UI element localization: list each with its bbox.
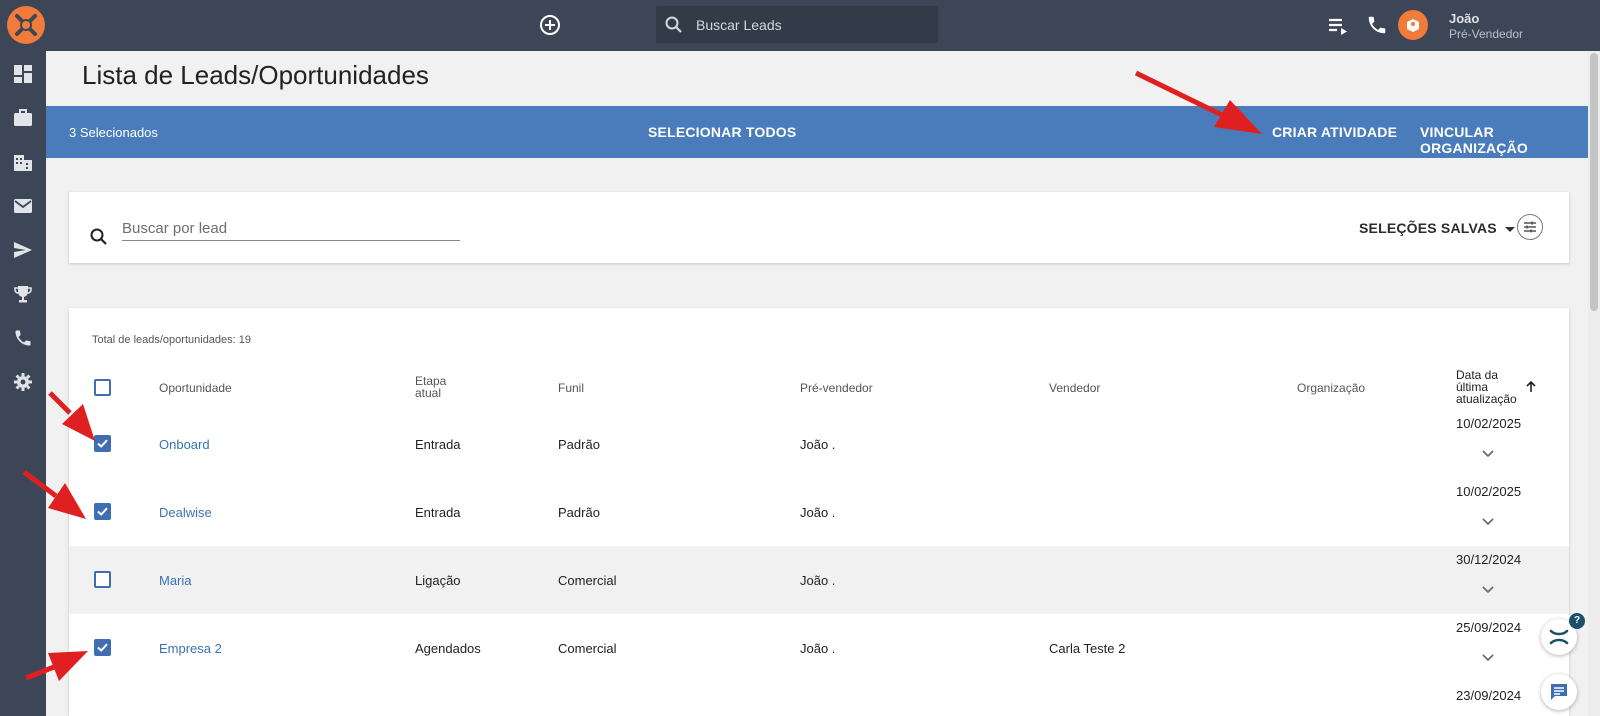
tune-icon	[1524, 221, 1536, 233]
cell-last-update: 10/02/2025	[1456, 484, 1522, 499]
check-icon	[97, 507, 108, 516]
scrollbar-thumb[interactable]	[1590, 53, 1598, 311]
saved-selections-label: SELEÇÕES SALVAS	[1359, 220, 1497, 236]
header-opportunity[interactable]: Oportunidade	[159, 382, 232, 394]
saved-selections-dropdown[interactable]: SELEÇÕES SALVAS	[1359, 220, 1515, 236]
row-checkbox[interactable]	[94, 435, 111, 452]
header-stage[interactable]: Etapa atual	[415, 375, 446, 399]
cell-last-update: 30/12/2024	[1456, 552, 1522, 567]
expand-chevron-icon[interactable]	[1479, 444, 1497, 462]
select-all-button[interactable]: SELECIONAR TODOS	[648, 124, 796, 140]
cell-opportunity[interactable]: Dealwise	[159, 505, 212, 520]
chat-button[interactable]	[1541, 674, 1577, 710]
header-organization[interactable]: Organização	[1297, 382, 1365, 394]
leads-table: Total de leads/oportunidades: 19 Oportun…	[69, 308, 1569, 716]
building-icon[interactable]	[13, 152, 33, 172]
user-name[interactable]: João	[1449, 11, 1479, 26]
cell-funnel: Padrão	[558, 437, 600, 452]
check-icon	[97, 643, 108, 652]
cell-presales: João .	[800, 505, 836, 520]
user-avatar[interactable]	[1398, 10, 1428, 40]
side-nav	[0, 51, 46, 716]
header-presales[interactable]: Pré-vendedor	[800, 382, 873, 394]
filter-settings-button[interactable]	[1517, 214, 1543, 240]
chat-icon	[1551, 684, 1567, 700]
select-all-checkbox[interactable]	[94, 379, 111, 396]
gear-icon[interactable]	[13, 372, 33, 392]
cell-opportunity[interactable]: Onboard	[159, 437, 210, 452]
user-role: Pré-Vendedor	[1449, 27, 1524, 41]
sort-ascending-icon[interactable]	[1524, 380, 1538, 394]
help-badge: ?	[1569, 613, 1585, 629]
phone-icon[interactable]	[1366, 14, 1388, 36]
cell-seller: Carla Teste 2	[1049, 641, 1126, 656]
cell-last-update: 25/09/2024	[1456, 620, 1522, 635]
help-widget-button[interactable]: ?	[1541, 613, 1585, 655]
cell-stage: Entrada	[415, 505, 461, 520]
add-circle-icon[interactable]	[539, 14, 561, 36]
selected-count: 3 Selecionados	[69, 125, 158, 140]
table-row[interactable]: Maria Ligação Comercial João . 30/12/2024	[69, 546, 1569, 614]
cell-opportunity[interactable]: Maria	[159, 573, 192, 588]
top-bar: Buscar Leads João Pré-Vendedor	[0, 0, 1600, 51]
cell-funnel: Comercial	[558, 641, 617, 656]
lead-filter-card: SELEÇÕES SALVAS	[69, 192, 1569, 263]
search-icon	[90, 228, 107, 245]
cell-last-update: 23/09/2024	[1456, 688, 1522, 703]
lead-search-input[interactable]	[122, 217, 460, 241]
trophy-icon[interactable]	[13, 284, 33, 304]
search-icon	[665, 16, 682, 33]
table-row[interactable]: Dealwise Entrada Padrão João . 10/02/2025	[69, 478, 1569, 546]
app-logo[interactable]	[7, 6, 45, 44]
expand-chevron-icon[interactable]	[1479, 580, 1497, 598]
global-search[interactable]: Buscar Leads	[656, 6, 938, 43]
phone-icon[interactable]	[13, 328, 33, 348]
page-scrollbar[interactable]	[1588, 51, 1600, 716]
cell-funnel: Padrão	[558, 505, 600, 520]
check-icon	[97, 439, 108, 448]
logo-icon	[9, 8, 43, 42]
header-funnel[interactable]: Funil	[558, 382, 584, 394]
cell-last-update: 10/02/2025	[1456, 416, 1522, 431]
header-date-line3: atualização	[1456, 392, 1517, 406]
page-title: Lista de Leads/Oportunidades	[82, 60, 429, 90]
mail-icon[interactable]	[13, 196, 33, 216]
table-row[interactable]: 23/09/2024	[69, 682, 1569, 716]
expand-chevron-icon[interactable]	[1479, 648, 1497, 666]
cell-opportunity[interactable]: Empresa 2	[159, 641, 222, 656]
row-checkbox[interactable]	[94, 639, 111, 656]
user-badge-icon	[1399, 11, 1427, 39]
cell-funnel: Comercial	[558, 573, 617, 588]
selection-bar: 3 Selecionados SELECIONAR TODOS CRIAR AT…	[46, 106, 1592, 158]
create-activity-button[interactable]: CRIAR ATIVIDADE	[1272, 124, 1397, 140]
header-seller[interactable]: Vendedor	[1049, 382, 1100, 394]
cell-stage: Agendados	[415, 641, 481, 656]
playlist-icon[interactable]	[1326, 14, 1350, 38]
row-checkbox[interactable]	[94, 571, 111, 588]
header-last-update[interactable]: Data da última atualização	[1456, 369, 1517, 405]
cell-presales: João .	[800, 641, 836, 656]
dashboard-icon[interactable]	[13, 64, 33, 84]
link-organization-button[interactable]: VINCULAR ORGANIZAÇÃO	[1420, 124, 1592, 156]
global-search-placeholder: Buscar Leads	[696, 17, 782, 33]
cell-presales: João .	[800, 573, 836, 588]
cell-stage: Entrada	[415, 437, 461, 452]
send-icon[interactable]	[13, 240, 33, 260]
expand-chevron-icon[interactable]	[1479, 512, 1497, 530]
caret-down-icon	[1504, 226, 1515, 232]
briefcase-icon[interactable]	[13, 108, 33, 128]
header-stage-line2: atual	[415, 386, 442, 400]
cell-stage: Ligação	[415, 573, 461, 588]
table-row[interactable]: Onboard Entrada Padrão João . 10/02/2025	[69, 410, 1569, 478]
row-checkbox[interactable]	[94, 503, 111, 520]
table-row[interactable]: Empresa 2 Agendados Comercial João . Carla T…	[69, 614, 1569, 682]
total-count: Total de leads/oportunidades: 19	[92, 334, 252, 346]
cell-presales: João .	[800, 437, 836, 452]
